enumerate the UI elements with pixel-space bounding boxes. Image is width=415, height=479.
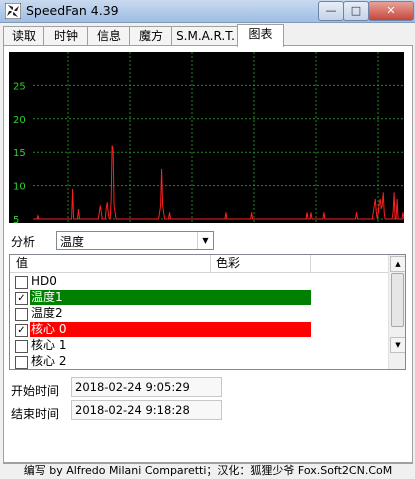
- minimize-button[interactable]: —: [318, 1, 344, 21]
- list-item[interactable]: 核心 2: [10, 354, 388, 369]
- scroll-down-icon[interactable]: ▼: [390, 337, 405, 353]
- row-label: 核心 0: [31, 322, 67, 336]
- row-checkbox[interactable]: ✓: [15, 324, 28, 337]
- close-button[interactable]: ✕: [368, 1, 414, 21]
- list-header: 值 色彩: [10, 255, 388, 273]
- row-checkbox[interactable]: ✓: [15, 292, 28, 305]
- tab-smart[interactable]: S.M.A.R.T.: [171, 26, 240, 46]
- color-swatch[interactable]: [30, 290, 311, 305]
- scroll-up-icon[interactable]: ▲: [390, 256, 405, 272]
- list-scrollbar[interactable]: ▲ ▼: [388, 255, 405, 369]
- y-tick-label: 5: [13, 215, 19, 223]
- row-label: HD0: [31, 274, 57, 288]
- row-checkbox[interactable]: [15, 308, 28, 321]
- row-checkbox[interactable]: [15, 276, 28, 289]
- tab-info[interactable]: 信息: [87, 26, 131, 46]
- color-swatch[interactable]: [30, 322, 311, 337]
- start-time-field[interactable]: 2018-02-24 9:05:29: [71, 377, 222, 397]
- tab-read[interactable]: 读取: [3, 26, 45, 46]
- y-tick-label: 25: [13, 81, 26, 92]
- start-time-label: 开始时间: [11, 384, 60, 398]
- list-item[interactable]: ✓ 核心 0: [10, 322, 388, 338]
- tab-charts[interactable]: 图表: [237, 24, 284, 47]
- status-bar: 编写 by Alfredo Milani Comparetti；汉化：狐狸少爷 …: [3, 462, 413, 479]
- y-tick-label: 15: [13, 148, 26, 159]
- y-tick-label: 20: [13, 115, 26, 126]
- tab-bar: 读取 时钟 信息 魔方 S.M.A.R.T. 图表: [0, 24, 415, 47]
- sensor-list[interactable]: 值 色彩 HD0 ✓ 温度1 温度2 ✓ 核心 0 核心 1 核心 2 ▲ ▼: [9, 254, 406, 370]
- tab-magic[interactable]: 魔方: [129, 26, 173, 46]
- tab-clock[interactable]: 时钟: [43, 26, 89, 46]
- list-item[interactable]: 核心 1: [10, 338, 388, 354]
- row-label: 温度1: [31, 290, 63, 304]
- list-item[interactable]: HD0: [10, 274, 388, 290]
- y-tick-label: 10: [13, 182, 26, 193]
- speedfan-fan-icon: [5, 3, 21, 19]
- window-title: SpeedFan 4.39: [26, 3, 119, 18]
- end-time-label: 结束时间: [11, 407, 60, 421]
- end-time-field[interactable]: 2018-02-24 9:18:28: [71, 400, 222, 420]
- row-label: 核心 2: [31, 354, 67, 368]
- row-label: 温度2: [31, 306, 63, 320]
- column-header-value[interactable]: 值: [10, 255, 211, 272]
- list-item[interactable]: 温度2: [10, 306, 388, 322]
- column-header-color[interactable]: 色彩: [210, 255, 311, 272]
- maximize-button[interactable]: □: [343, 1, 369, 21]
- temperature-chart: 25 20 15 10 5: [9, 52, 404, 223]
- title-bar: SpeedFan 4.39 — □ ✕: [0, 0, 415, 23]
- row-checkbox[interactable]: [15, 340, 28, 353]
- analysis-label: 分析: [11, 235, 36, 249]
- row-label: 核心 1: [31, 338, 67, 352]
- chevron-down-icon[interactable]: ▼: [197, 232, 213, 249]
- analysis-selected-value: 温度: [60, 235, 85, 249]
- row-checkbox[interactable]: [15, 356, 28, 369]
- list-item[interactable]: ✓ 温度1: [10, 290, 388, 306]
- scroll-thumb[interactable]: [391, 273, 404, 327]
- analysis-select[interactable]: 温度 ▼: [56, 231, 214, 250]
- series-line-0: [33, 145, 404, 220]
